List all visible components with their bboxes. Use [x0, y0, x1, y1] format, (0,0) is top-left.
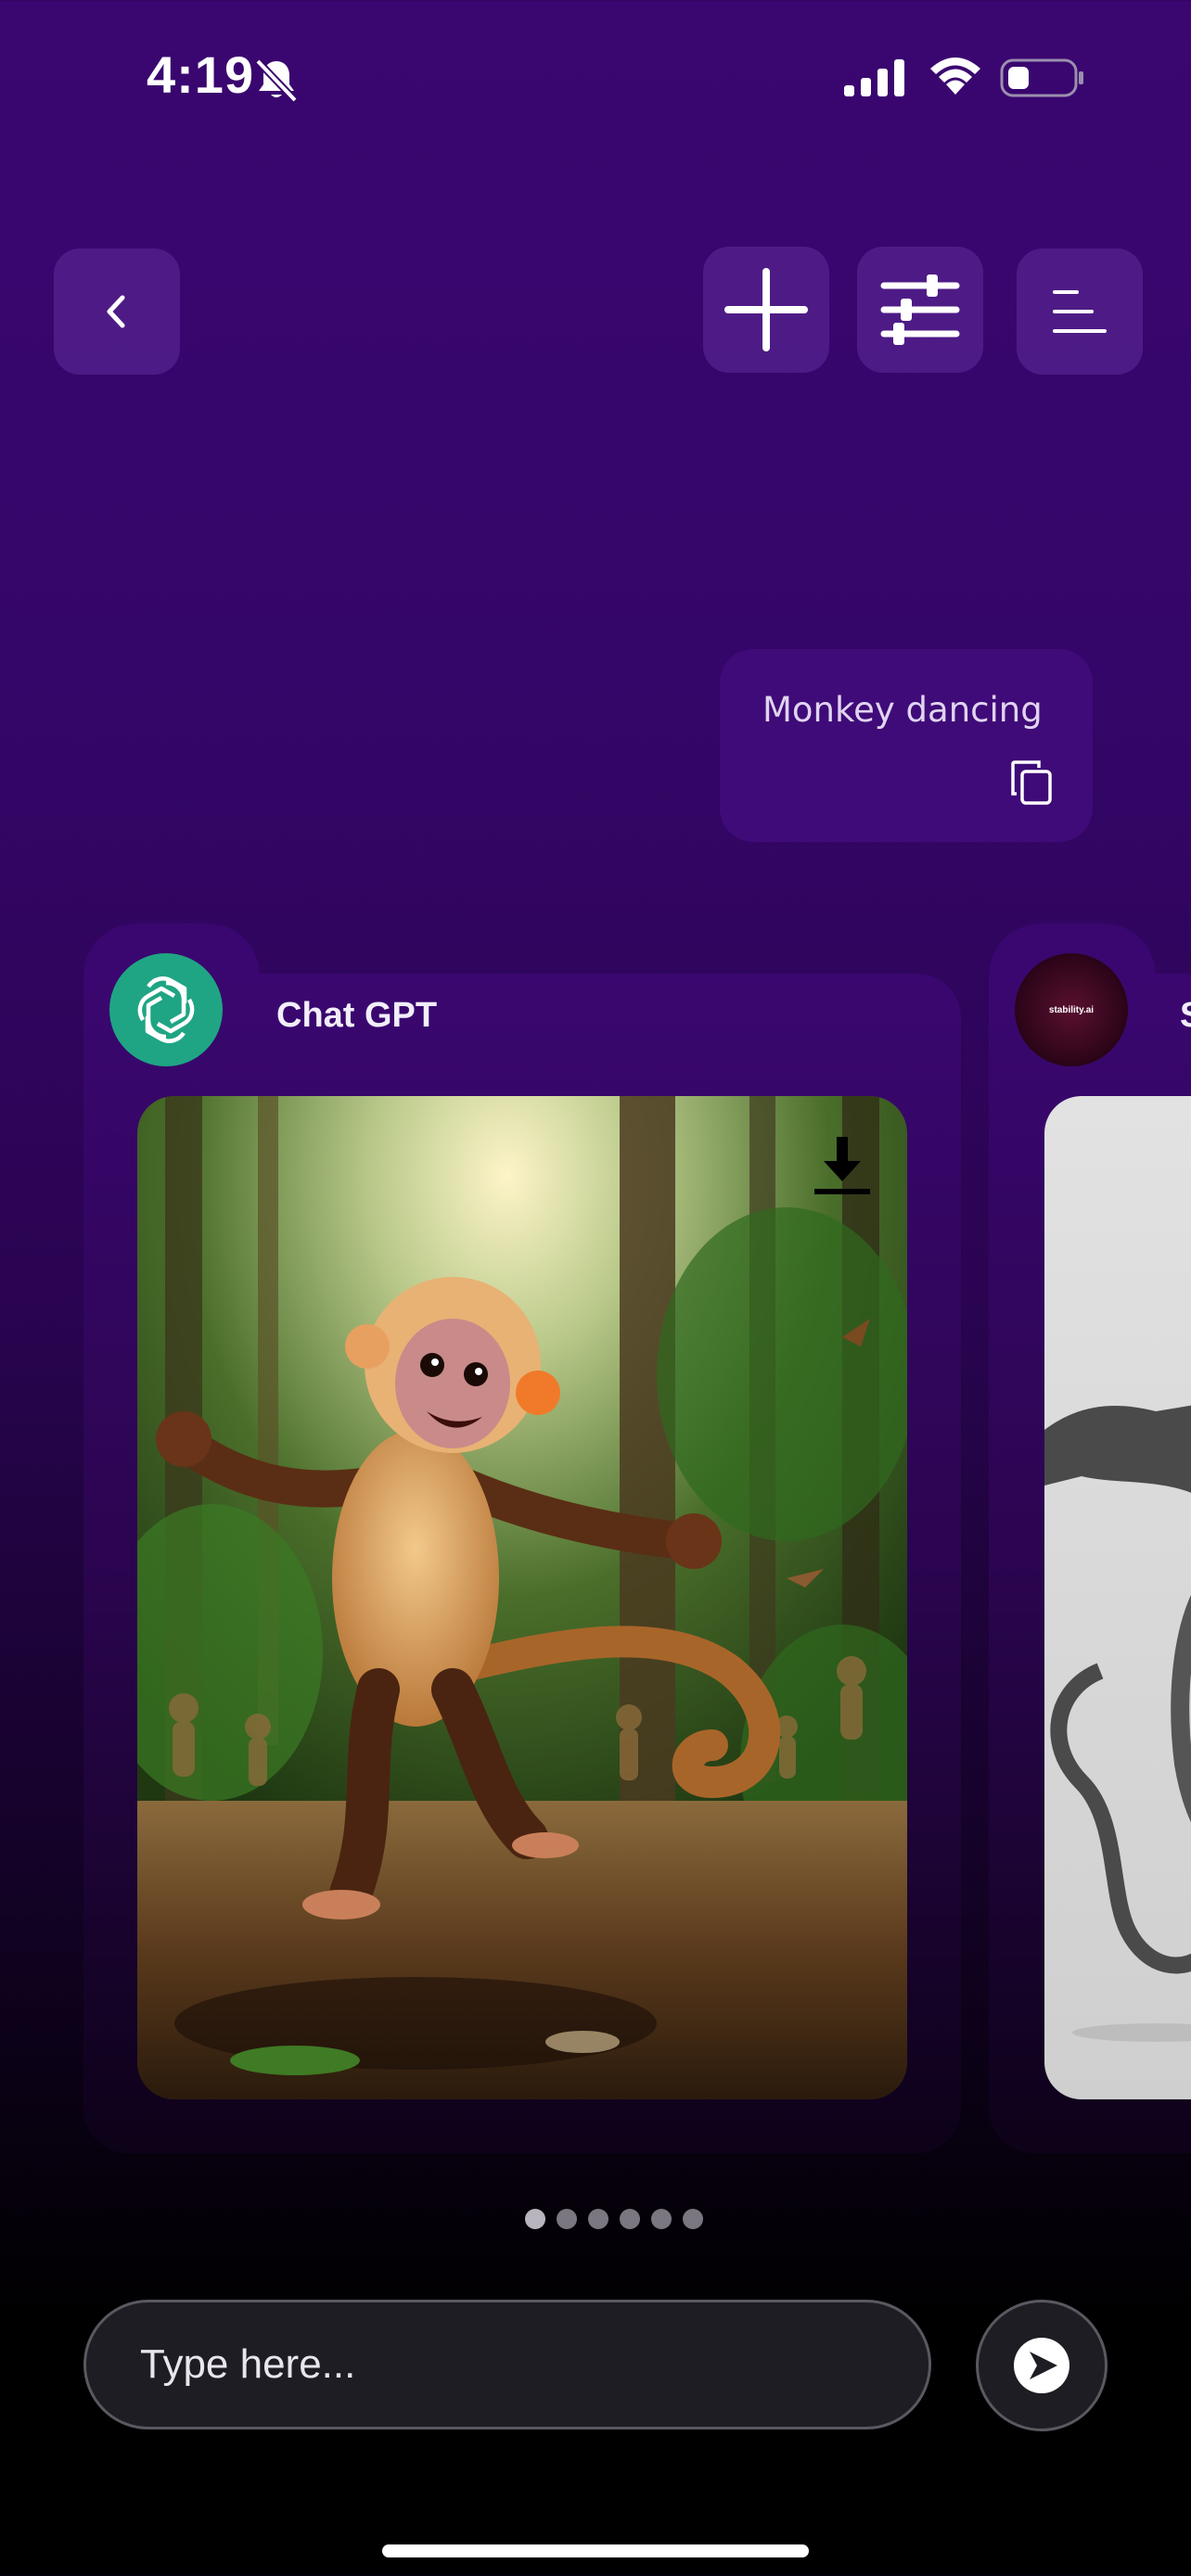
wifi-icon [930, 57, 980, 95]
provider-name: S [1180, 996, 1191, 1036]
battery-icon [1000, 58, 1083, 97]
cellular-signal-icon [844, 59, 904, 96]
openai-logo-icon [109, 953, 223, 1066]
generated-image[interactable] [137, 1096, 907, 2099]
send-icon [1014, 2338, 1069, 2393]
page-dot[interactable] [557, 2209, 577, 2229]
menu-lines-icon [1053, 290, 1107, 333]
prompt-text: Monkey dancing [762, 690, 1043, 730]
page-dot[interactable] [683, 2209, 703, 2229]
stability-ai-logo-icon: stability.ai [1015, 953, 1128, 1066]
menu-button[interactable] [1017, 249, 1143, 375]
filter-button[interactable] [857, 247, 983, 373]
prompt-bubble: Monkey dancing [720, 649, 1093, 842]
page-dot[interactable] [620, 2209, 640, 2229]
send-button[interactable] [976, 2300, 1108, 2431]
generated-image[interactable] [1044, 1096, 1191, 2099]
copy-icon[interactable] [1009, 759, 1054, 807]
bell-slash-icon [255, 58, 298, 103]
provider-name: Chat GPT [276, 996, 438, 1035]
message-input[interactable] [86, 2302, 928, 2427]
page-dot[interactable] [525, 2209, 545, 2229]
add-button[interactable] [703, 247, 829, 373]
download-icon[interactable] [809, 1133, 876, 1200]
pagination-dots [525, 2209, 703, 2229]
sliders-icon [880, 274, 960, 345]
page-dot[interactable] [588, 2209, 608, 2229]
chevron-left-icon [107, 295, 125, 328]
back-button[interactable] [54, 249, 180, 375]
message-input-container [83, 2300, 931, 2429]
home-indicator[interactable] [382, 2544, 809, 2557]
plus-icon [724, 268, 808, 351]
gray-monkey-image [1044, 1405, 1191, 2042]
monkey-image [137, 1096, 907, 2099]
status-time: 4:19 [147, 45, 255, 104]
page-dot[interactable] [651, 2209, 672, 2229]
